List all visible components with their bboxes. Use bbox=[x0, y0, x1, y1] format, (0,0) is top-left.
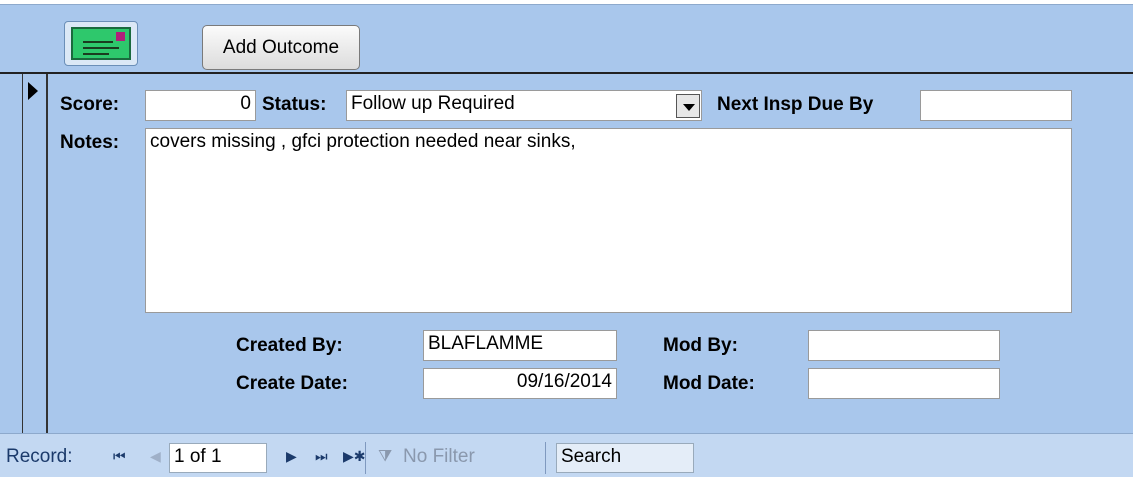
notes-textarea[interactable]: covers missing , gfci protection needed … bbox=[145, 128, 1072, 313]
message-button[interactable] bbox=[64, 21, 138, 66]
record-selector[interactable] bbox=[22, 74, 48, 433]
current-record-field[interactable]: 1 of 1 bbox=[169, 443, 267, 473]
first-record-icon[interactable]: ⏮ bbox=[113, 448, 126, 465]
search-box[interactable]: Search bbox=[556, 443, 694, 473]
nav-divider bbox=[545, 442, 546, 474]
created-by-label: Created By: bbox=[236, 335, 343, 356]
next-record-icon[interactable]: ▶ bbox=[286, 448, 297, 465]
new-record-icon[interactable]: ▶✱ bbox=[343, 448, 366, 465]
record-label: Record: bbox=[6, 446, 73, 467]
last-record-icon[interactable]: ⏭ bbox=[315, 448, 328, 465]
record-navigation-bar: Record: ⏮ ◀ 1 of 1 ▶ ⏭ ▶✱ ⧩ No Filter Se… bbox=[0, 433, 1133, 477]
add-outcome-button[interactable]: Add Outcome bbox=[202, 25, 360, 70]
status-dropdown-button[interactable] bbox=[676, 94, 700, 118]
create-date-field[interactable]: 09/16/2014 bbox=[423, 368, 617, 399]
previous-record-icon[interactable]: ◀ bbox=[150, 448, 161, 465]
mod-by-label: Mod By: bbox=[663, 335, 738, 356]
notes-label: Notes: bbox=[60, 132, 120, 153]
form-header: Add Outcome bbox=[0, 4, 1133, 72]
envelope-icon bbox=[71, 27, 131, 60]
score-field[interactable]: 0 bbox=[145, 90, 256, 121]
access-form: Add Outcome Score: 0 Status: Follow up R… bbox=[0, 0, 1133, 477]
next-insp-due-label: Next Insp Due By bbox=[717, 94, 874, 115]
filter-icon: ⧩ bbox=[378, 448, 393, 465]
current-record-arrow-icon bbox=[28, 82, 38, 100]
mod-date-label: Mod Date: bbox=[663, 373, 755, 394]
created-by-field[interactable]: BLAFLAMME bbox=[423, 330, 617, 361]
nav-divider bbox=[365, 442, 366, 474]
mod-by-field[interactable] bbox=[808, 330, 1000, 361]
filter-status[interactable]: No Filter bbox=[403, 446, 475, 468]
create-date-label: Create Date: bbox=[236, 373, 348, 394]
status-combobox[interactable]: Follow up Required bbox=[346, 90, 702, 121]
score-label: Score: bbox=[60, 94, 120, 115]
chevron-down-icon bbox=[683, 104, 695, 111]
status-label: Status: bbox=[262, 94, 327, 115]
form-detail: Score: 0 Status: Follow up Required Next… bbox=[0, 72, 1133, 433]
next-insp-due-field[interactable] bbox=[920, 90, 1072, 121]
mod-date-field[interactable] bbox=[808, 368, 1000, 399]
